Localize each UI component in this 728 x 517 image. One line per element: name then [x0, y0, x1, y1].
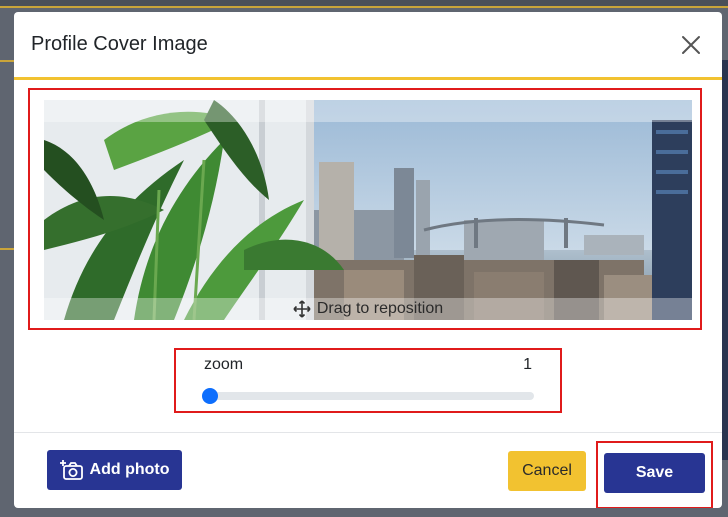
close-icon — [682, 35, 700, 54]
add-camera-icon — [59, 460, 83, 480]
background-page-left — [0, 60, 14, 250]
zoom-slider-track[interactable] — [204, 392, 534, 400]
zoom-slider-thumb[interactable] — [202, 388, 218, 404]
save-button[interactable]: Save — [604, 453, 705, 493]
move-icon — [293, 300, 311, 318]
background-page-header — [0, 0, 728, 8]
drag-hint-text: Drag to reposition — [316, 300, 444, 317]
profile-cover-modal: Profile Cover Image Drag to reposition z… — [14, 12, 722, 508]
cancel-button[interactable]: Cancel — [508, 451, 586, 491]
crop-mask-top — [44, 100, 692, 122]
zoom-label: zoom — [204, 356, 244, 373]
cropper-highlight: Drag to reposition — [28, 88, 702, 330]
cover-image — [44, 100, 692, 320]
modal-footer: Add photo Cancel Save — [14, 432, 722, 508]
add-photo-button[interactable]: Add photo — [47, 450, 182, 490]
zoom-value: 1 — [523, 356, 532, 373]
close-button[interactable] — [676, 30, 706, 60]
save-highlight: Save — [596, 441, 713, 508]
cover-image-cropper[interactable]: Drag to reposition — [44, 100, 692, 320]
modal-header: Profile Cover Image — [14, 12, 722, 80]
modal-title: Profile Cover Image — [31, 33, 208, 55]
zoom-highlight: zoom 1 — [174, 348, 562, 413]
drag-hint: Drag to reposition — [44, 300, 692, 318]
add-photo-label: Add photo — [89, 461, 170, 478]
